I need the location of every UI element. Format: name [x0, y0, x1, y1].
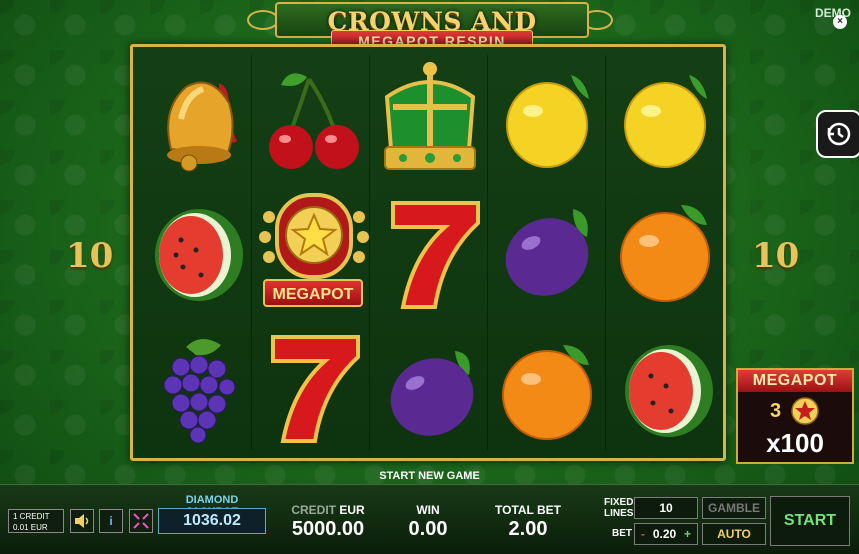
megapot-symbol-label: MEGAPOT [263, 279, 363, 307]
orange-symbol [611, 195, 721, 315]
bet-decrease-button[interactable]: - [635, 524, 645, 544]
credit-label-group: CREDIT EUR [290, 503, 366, 517]
credit-denomination[interactable]: 1 CREDIT 0.01 EUR [8, 509, 64, 533]
credit-currency: EUR [339, 503, 365, 517]
megapot-panel-title: MEGAPOT [738, 370, 852, 392]
bet-stepper[interactable]: - 0.20 + [634, 523, 698, 545]
speaker-icon [75, 514, 89, 528]
gamble-button[interactable]: GAMBLE [702, 497, 766, 519]
win-value: 0.00 [408, 518, 448, 540]
bell-symbol [141, 59, 251, 179]
history-button[interactable] [816, 110, 859, 158]
info-button[interactable]: i [99, 509, 123, 533]
watermelon-symbol [141, 195, 251, 315]
credit-label: CREDIT [291, 503, 336, 517]
credit-denomination-line1: 1 CREDIT [13, 512, 50, 521]
jackpot-value: 1036.02 [158, 508, 266, 534]
reel-separator [251, 55, 252, 450]
auto-button[interactable]: AUTO [702, 523, 766, 545]
megapot-panel: MEGAPOT 3 x100 [736, 368, 854, 464]
lines-indicator-right: 10 [752, 236, 800, 276]
reel-separator [605, 55, 606, 450]
megapot-multiplier: x100 [766, 428, 824, 458]
lines-indicator-left: 10 [66, 236, 114, 276]
bet-label: BET [612, 528, 632, 539]
megapot-symbol: MEGAPOT [255, 187, 373, 317]
credit-denomination-line2: 0.01 EUR [13, 523, 48, 532]
megapot-star-icon [791, 397, 819, 425]
credit-value: 5000.00 [291, 518, 365, 540]
sound-button[interactable] [70, 509, 94, 533]
start-button[interactable]: START [770, 496, 850, 546]
reel-area[interactable]: MEGAPOT [130, 44, 726, 461]
fullscreen-icon [133, 513, 149, 529]
orange-symbol [493, 331, 603, 451]
crown-symbol [373, 57, 488, 177]
seven-symbol [263, 329, 373, 449]
lemon-symbol [611, 59, 721, 179]
game-title-banner: CROWNS AND STARS MEGAPOT RESPIN [245, 0, 615, 65]
total-bet-label: TOTAL BET [495, 503, 561, 517]
seven-symbol [383, 195, 493, 315]
close-button[interactable]: × [833, 15, 847, 29]
status-message: START NEW GAME [379, 470, 480, 482]
total-bet-value: 2.00 [508, 518, 548, 540]
grapes-symbol [141, 327, 251, 447]
win-label: WIN [416, 503, 440, 517]
fullscreen-button[interactable] [129, 509, 153, 533]
plum-symbol [377, 331, 487, 451]
megapot-count: 3 [770, 400, 782, 422]
plum-symbol [493, 195, 603, 315]
bet-increase-button[interactable]: + [684, 524, 697, 544]
watermelon-symbol [611, 331, 721, 451]
fixed-lines-label: FIXED LINES [604, 497, 634, 519]
bet-value: 0.20 [652, 527, 677, 541]
cherries-symbol [259, 59, 369, 179]
lemon-symbol [493, 59, 603, 179]
history-icon [827, 122, 851, 146]
fixed-lines-value: 10 [634, 497, 698, 519]
